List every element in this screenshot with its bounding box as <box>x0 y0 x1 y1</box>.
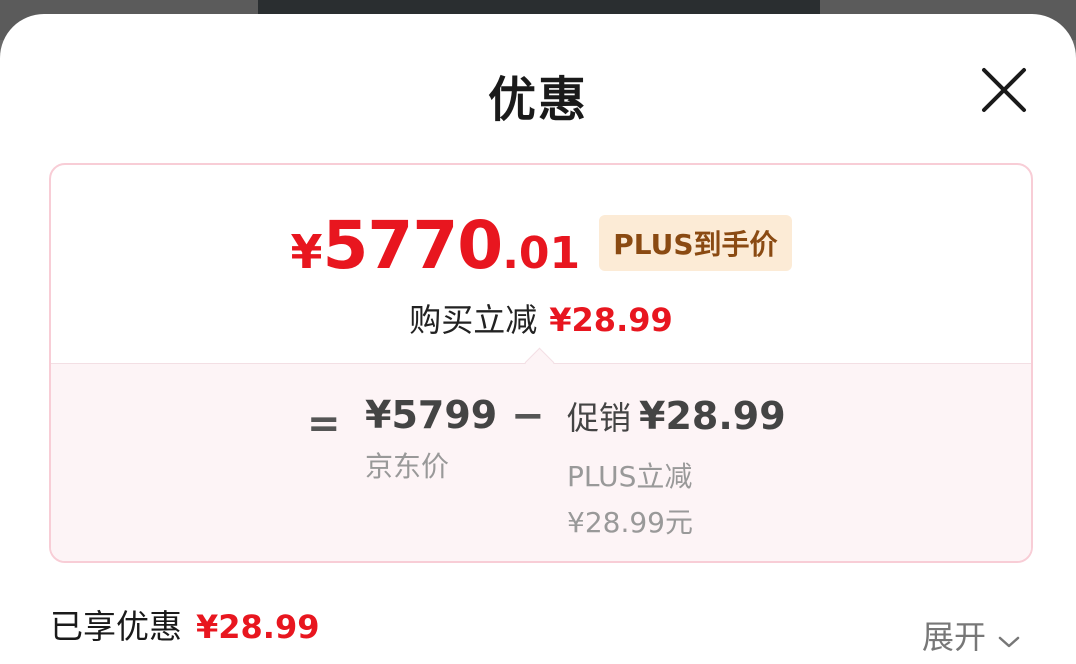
final-price: ¥5770.01 <box>290 207 580 284</box>
instant-reduction-row: 购买立减 ¥28.99 <box>51 295 1031 341</box>
plus-reduction-label: PLUS立减 <box>567 460 693 493</box>
plus-reduction-value: ¥28.99元 <box>567 506 693 539</box>
enjoyed-discount-row: 已享优惠 ¥28.99 <box>50 600 319 648</box>
reduction-value: ¥28.99 <box>549 301 673 339</box>
chevron-down-icon <box>998 636 1020 647</box>
equals-sign: = <box>307 401 341 447</box>
promotion-value: ¥28.99 <box>639 394 786 438</box>
close-button[interactable] <box>978 64 1030 116</box>
enjoyed-discount-label: 已享优惠 <box>50 607 182 646</box>
price-breakdown-card: ¥5770.01 PLUS到手价 购买立减 ¥28.99 = ¥5799 京东价 … <box>49 163 1033 563</box>
plus-price-badge: PLUS到手价 <box>599 214 792 271</box>
price-decimal: .01 <box>502 228 581 279</box>
close-icon <box>982 68 1026 112</box>
enjoyed-discount-value: ¥28.99 <box>196 608 320 646</box>
background-image <box>258 0 820 14</box>
jd-price-label: 京东价 <box>365 450 450 483</box>
price-currency: ¥ <box>290 225 323 279</box>
jd-price-value: ¥5799 <box>365 393 498 437</box>
minus-sign: − <box>511 393 545 439</box>
expand-label: 展开 <box>922 618 987 656</box>
price-integer: 5770 <box>322 207 503 284</box>
discount-sheet: 优惠 ¥5770.01 PLUS到手价 购买立减 ¥28.99 = ¥5799 京… <box>0 14 1076 664</box>
promotion-label: 促销 <box>567 399 632 437</box>
final-price-row: ¥5770.01 PLUS到手价 <box>51 207 1031 284</box>
sheet-title: 优惠 <box>487 72 588 128</box>
reduction-label: 购买立减 <box>409 301 538 339</box>
promotion-line: 促销 ¥28.99 <box>567 393 786 439</box>
expand-button[interactable]: 展开 <box>922 612 1021 658</box>
